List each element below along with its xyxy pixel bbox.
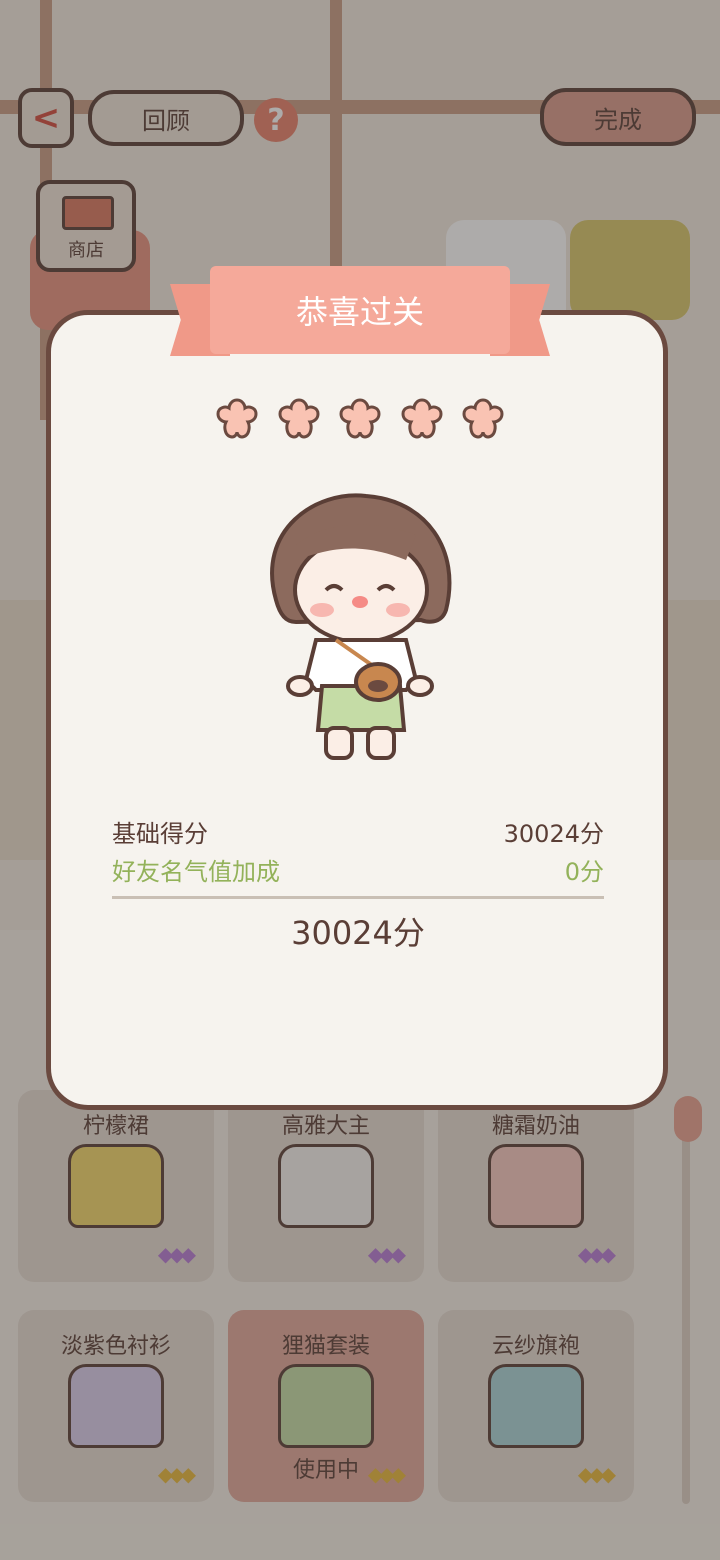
bonus-score-label: 好友名气值加成 <box>112 858 280 886</box>
modal-title: 恭喜过关 <box>295 293 424 331</box>
character-avatar <box>256 490 466 770</box>
bonus-score-row: 好友名气值加成 0分 <box>112 852 604 887</box>
total-score: 30024分 <box>291 914 425 952</box>
score-divider <box>112 896 604 899</box>
flower-star-icon <box>335 394 385 444</box>
base-score-label: 基础得分 <box>112 820 208 848</box>
flower-star-icon <box>212 394 262 444</box>
star-rating <box>212 394 508 448</box>
flower-star-icon <box>397 394 447 444</box>
flower-star-icon <box>274 394 324 444</box>
title-ribbon: 恭喜过关 <box>170 266 550 358</box>
base-score-row: 基础得分 30024分 <box>112 814 604 849</box>
flower-star-icon <box>458 394 508 444</box>
bonus-score-value: 0分 <box>564 858 604 886</box>
base-score-value: 30024分 <box>503 820 604 848</box>
